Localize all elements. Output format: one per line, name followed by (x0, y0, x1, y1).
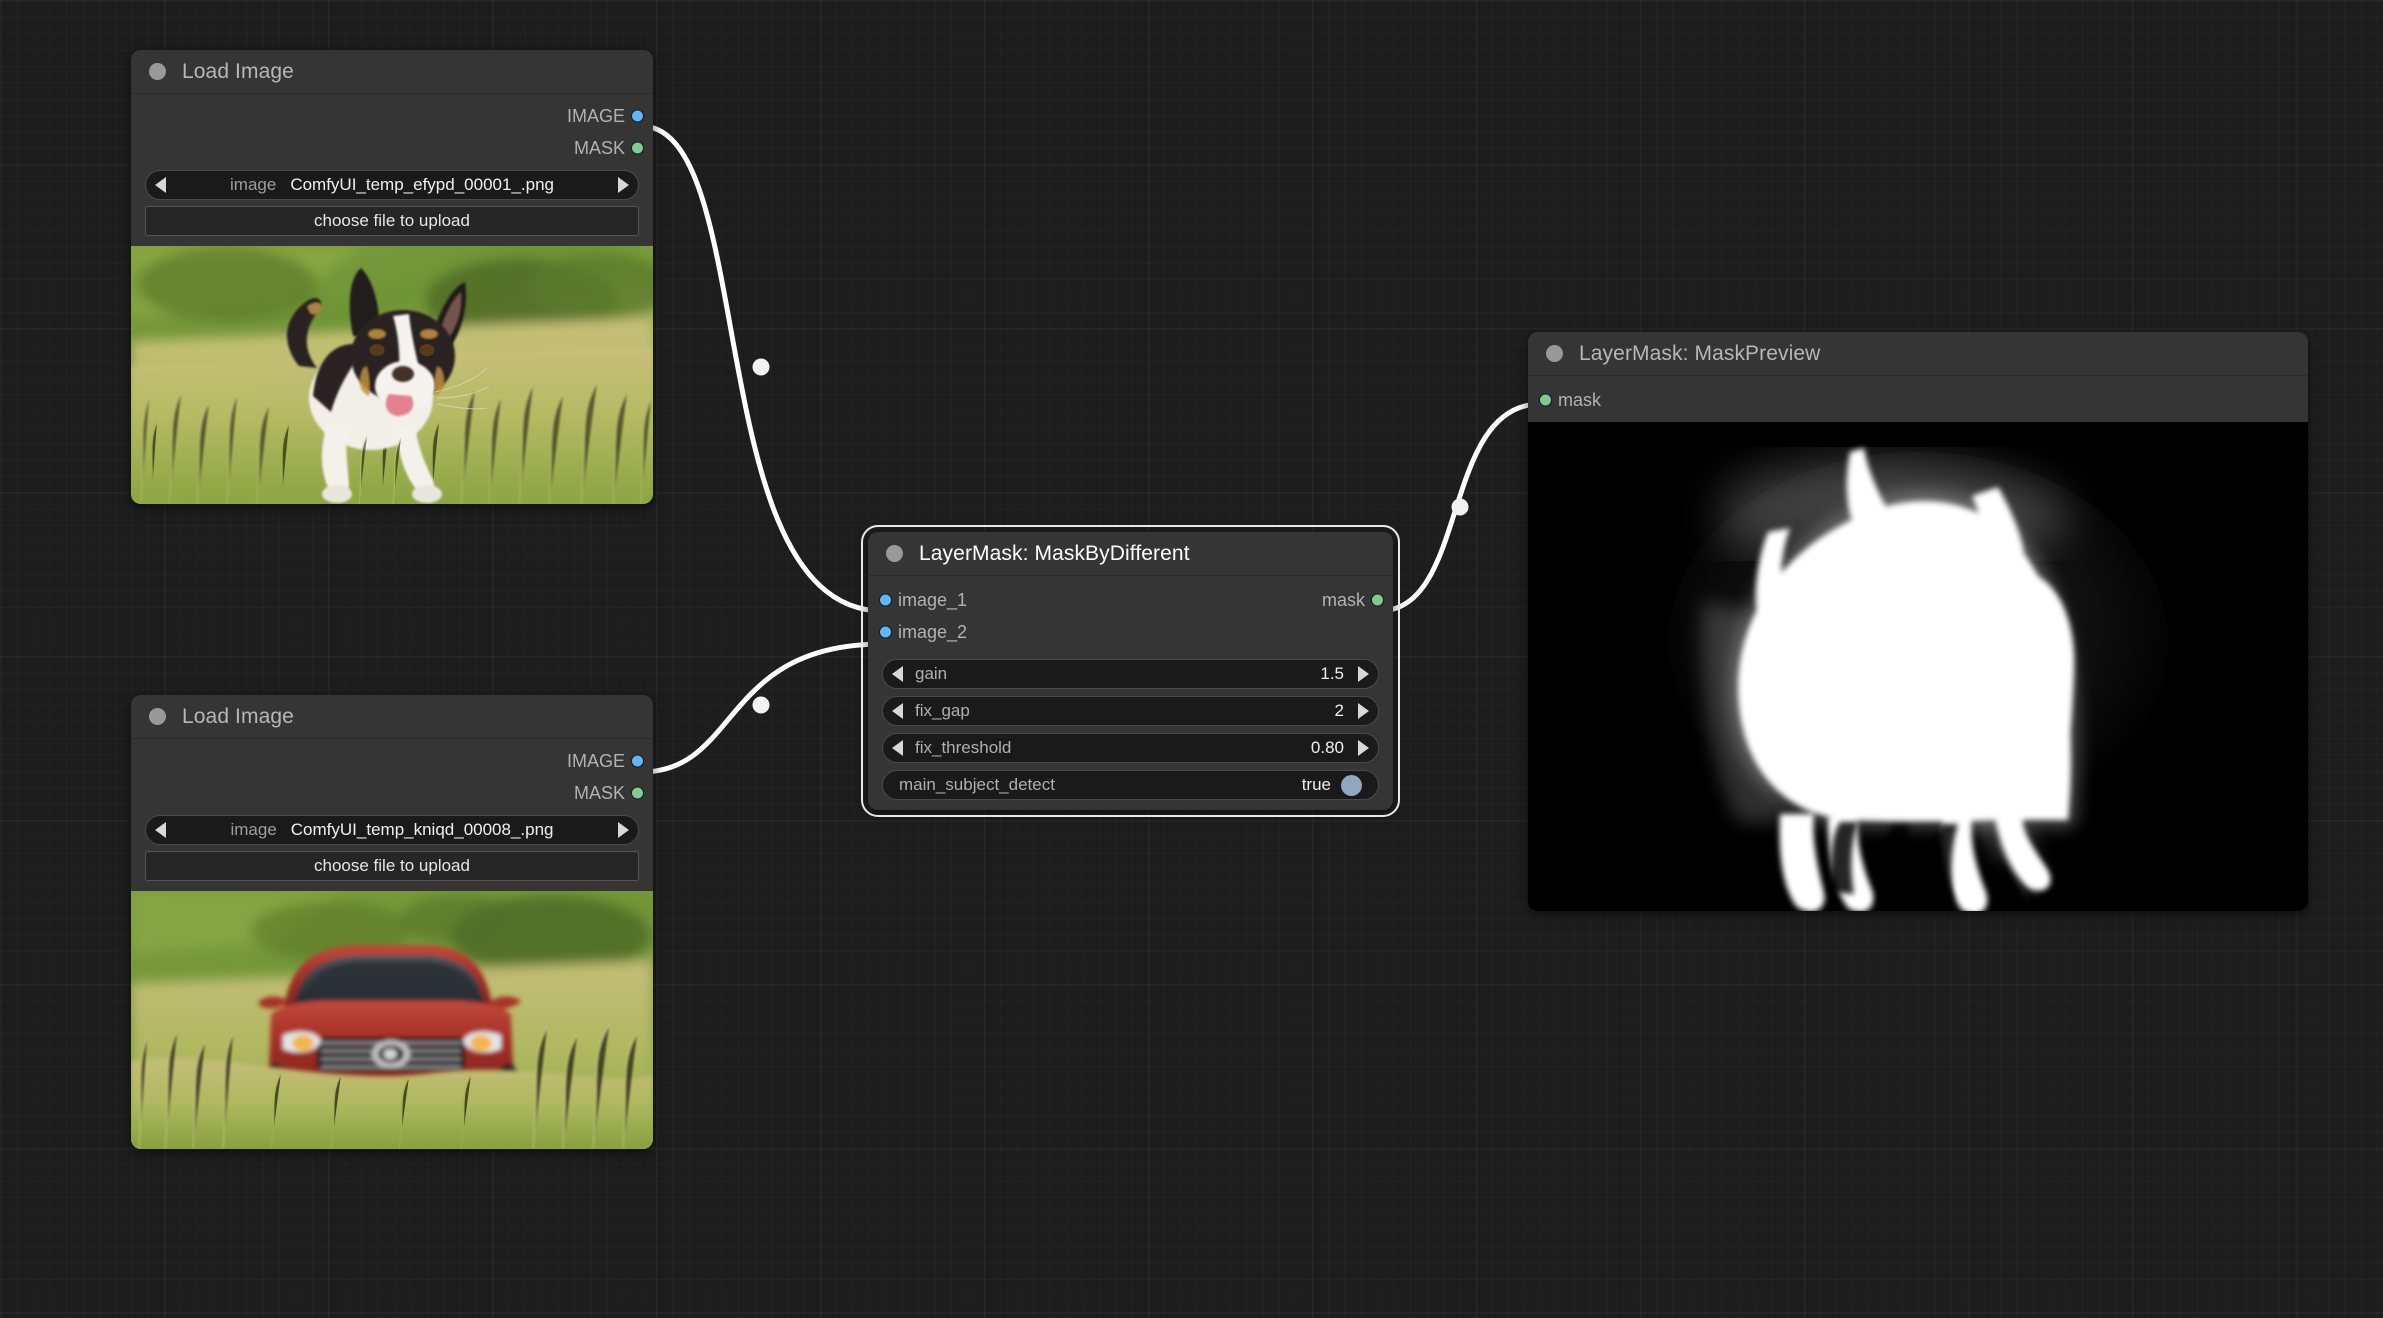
node-title-bar[interactable]: Load Image (131, 50, 653, 94)
node-title-bar[interactable]: LayerMask: MaskByDifferent (868, 532, 1393, 576)
mask-output-dot-icon[interactable] (631, 141, 644, 155)
slot-row-image2: image_2 (868, 616, 1393, 648)
toggle-control[interactable]: true (1301, 774, 1362, 796)
upload-button-label: choose file to upload (314, 856, 470, 875)
mask-input-dot-icon[interactable] (1539, 393, 1552, 407)
widget-fix-threshold-value: 0.80 (1310, 738, 1344, 757)
link-midpoint-dot[interactable] (752, 358, 770, 376)
image2-input-dot-icon[interactable] (879, 625, 892, 639)
widget-fix-gap-value: 2 (1334, 701, 1344, 720)
node-load-image-1[interactable]: Load Image IMAGE MASK image ComfyUI_temp… (131, 50, 653, 504)
link-midpoint-dot[interactable] (1451, 498, 1469, 516)
link-mask (1378, 401, 1542, 614)
image1-input-dot-icon[interactable] (879, 593, 892, 607)
widget-fix-threshold[interactable]: fix_threshold 0.80 (882, 733, 1379, 763)
output-slot-label: IMAGE (566, 105, 625, 126)
node-title-bar[interactable]: LayerMask: MaskPreview (1528, 332, 2308, 376)
node-title-label: Load Image (182, 59, 294, 83)
node-body: IMAGE MASK image ComfyUI_temp_kniqd_0000… (131, 739, 653, 1149)
output-slot-mask[interactable]: MASK (131, 132, 653, 164)
mask-preview-image (1528, 422, 2308, 911)
output-slot-mask[interactable]: MASK (131, 777, 653, 809)
input-slot-mask[interactable]: mask (1528, 384, 2308, 416)
output-slot-image[interactable]: IMAGE (131, 100, 653, 132)
image-combo-value: ComfyUI_temp_kniqd_00008_.png (290, 820, 554, 839)
node-title-label: LayerMask: MaskPreview (1579, 341, 1821, 365)
widget-gain-value: 1.5 (1320, 664, 1344, 683)
collapse-dot-icon[interactable] (149, 708, 166, 725)
upload-button-label: choose file to upload (314, 211, 470, 230)
output-slot-label: MASK (573, 782, 625, 803)
image-preview-dog (131, 246, 653, 504)
output-slot-label: MASK (573, 137, 625, 158)
output-slot-label-mask: mask (1321, 589, 1365, 610)
image-preview-car (131, 891, 653, 1149)
node-mask-preview[interactable]: LayerMask: MaskPreview mask (1528, 332, 2308, 911)
widget-gain-label: gain (915, 664, 948, 683)
chevron-left-icon[interactable] (155, 822, 166, 838)
slot-row-image1-mask: image_1 mask (868, 584, 1393, 616)
input-slot-label: mask (1558, 389, 1602, 410)
image-combo-widget[interactable]: image ComfyUI_temp_kniqd_00008_.png (145, 815, 639, 845)
chevron-left-icon[interactable] (892, 703, 903, 719)
widget-main-subject-detect-label: main_subject_detect (899, 775, 1055, 794)
widget-fix-gap-label: fix_gap (915, 701, 970, 720)
chevron-right-icon[interactable] (1358, 740, 1369, 756)
chevron-right-icon[interactable] (1358, 703, 1369, 719)
node-mask-by-different[interactable]: LayerMask: MaskByDifferent image_1 mask … (861, 525, 1400, 817)
output-slot-image[interactable]: IMAGE (131, 745, 653, 777)
image-combo-label: image (230, 175, 277, 194)
node-title-label: Load Image (182, 704, 294, 728)
image-output-dot-icon[interactable] (631, 109, 644, 123)
node-body: IMAGE MASK image ComfyUI_temp_efypd_0000… (131, 94, 653, 504)
node-title-label: LayerMask: MaskByDifferent (919, 541, 1190, 565)
collapse-dot-icon[interactable] (886, 545, 903, 562)
chevron-right-icon[interactable] (618, 822, 629, 838)
widget-main-subject-detect-value: true (1301, 775, 1331, 794)
image-combo-label: image (230, 820, 277, 839)
node-body: mask (1528, 376, 2308, 911)
link-midpoint-dot[interactable] (752, 696, 770, 714)
output-slot-label: IMAGE (566, 750, 625, 771)
chevron-right-icon[interactable] (1358, 666, 1369, 682)
chevron-left-icon[interactable] (155, 177, 166, 193)
widget-fix-threshold-label: fix_threshold (915, 738, 1012, 757)
input-slot-label-image1: image_1 (898, 589, 968, 610)
collapse-dot-icon[interactable] (1546, 345, 1563, 362)
input-slot-label-image2: image_2 (898, 621, 968, 642)
collapse-dot-icon[interactable] (149, 63, 166, 80)
image-combo-value: ComfyUI_temp_efypd_00001_.png (290, 175, 554, 194)
toggle-knob-icon[interactable] (1341, 774, 1362, 796)
image-output-dot-icon[interactable] (631, 754, 644, 768)
link-image1 (640, 123, 884, 614)
widget-gain[interactable]: gain 1.5 (882, 659, 1379, 689)
mask-output-dot-icon[interactable] (1371, 593, 1384, 607)
widget-list: gain 1.5 fix_gap 2 fix_threshold 0.80 ma… (868, 648, 1393, 810)
chevron-right-icon[interactable] (618, 177, 629, 193)
choose-file-to-upload-button[interactable]: choose file to upload (145, 206, 639, 236)
node-graph-canvas[interactable]: Load Image IMAGE MASK image ComfyUI_temp… (0, 0, 2383, 1318)
chevron-left-icon[interactable] (892, 666, 903, 682)
choose-file-to-upload-button[interactable]: choose file to upload (145, 851, 639, 881)
chevron-left-icon[interactable] (892, 740, 903, 756)
widget-main-subject-detect[interactable]: main_subject_detect true (882, 770, 1379, 800)
widget-fix-gap[interactable]: fix_gap 2 (882, 696, 1379, 726)
node-body: image_1 mask image_2 gain 1.5 fix_gap 2 … (868, 576, 1393, 810)
link-image2 (640, 641, 884, 775)
node-title-bar[interactable]: Load Image (131, 695, 653, 739)
mask-output-dot-icon[interactable] (631, 786, 644, 800)
image-combo-widget[interactable]: image ComfyUI_temp_efypd_00001_.png (145, 170, 639, 200)
node-load-image-2[interactable]: Load Image IMAGE MASK image ComfyUI_temp… (131, 695, 653, 1149)
